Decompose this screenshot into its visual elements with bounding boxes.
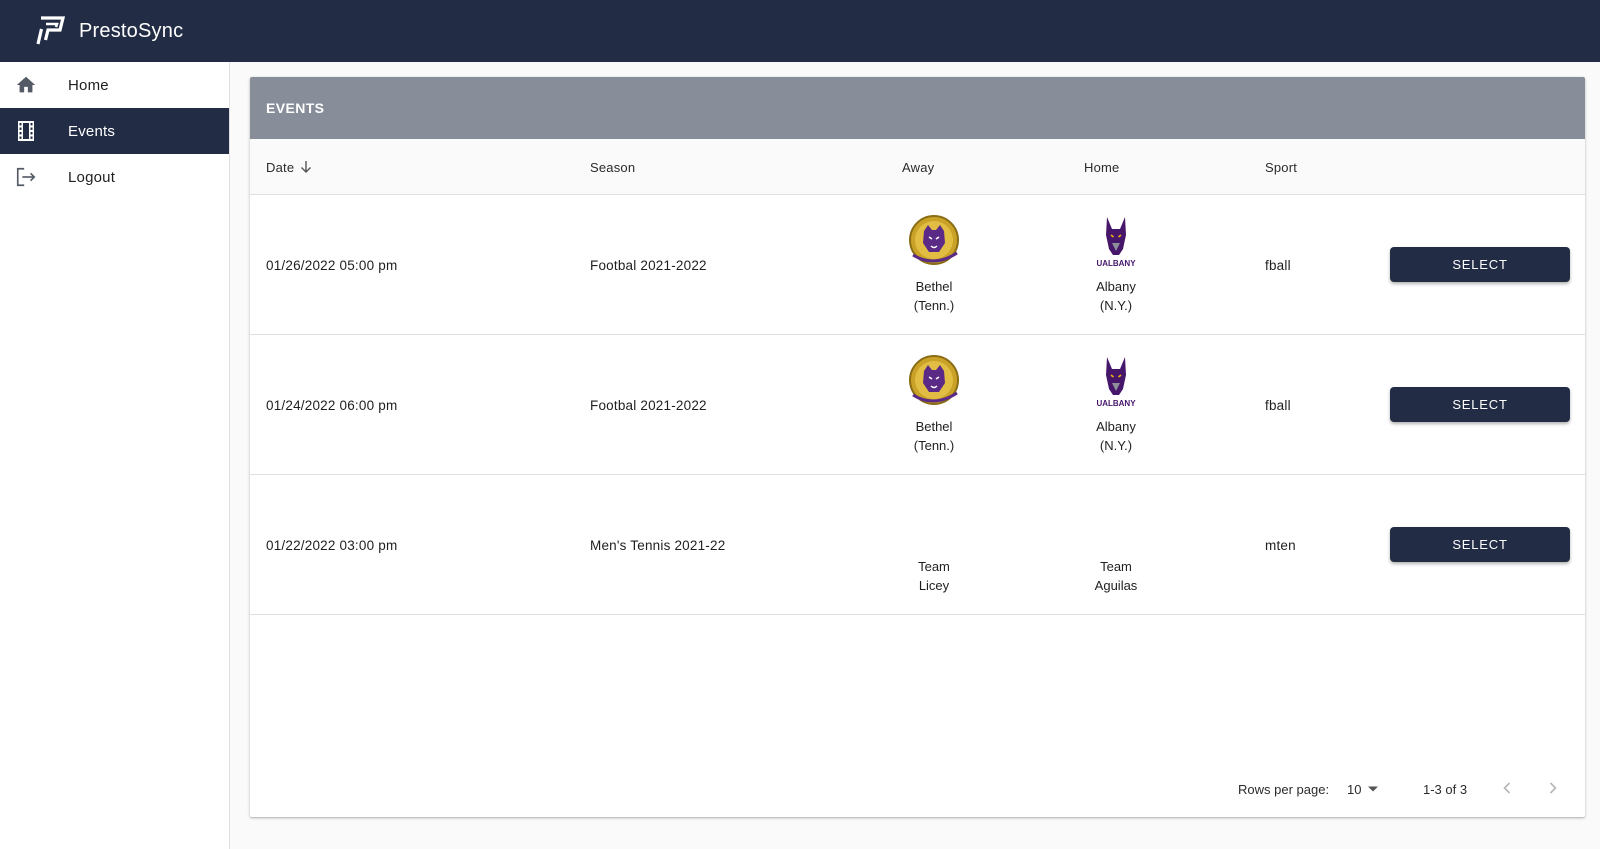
- home-team-name: Team Aguilas: [1094, 559, 1138, 593]
- home-team: Team Aguilas: [1061, 493, 1171, 595]
- column-header-label: Home: [1084, 159, 1120, 175]
- sidebar-item-logout[interactable]: Logout: [0, 154, 229, 200]
- column-header-label: Away: [902, 159, 935, 175]
- away-team: Bethel (Tenn.): [879, 353, 989, 455]
- ualbany-great-dane-logo-icon: UALBANY: [1089, 353, 1143, 409]
- events-card: EVENTS Date Season Away Home Sport 01/26…: [250, 77, 1585, 817]
- sidebar-item-home[interactable]: Home: [0, 62, 229, 108]
- home-team-name: Albany (N.Y.): [1096, 419, 1136, 453]
- team-logo-placeholder: [907, 493, 961, 549]
- bethel-wildcat-logo-icon: [907, 353, 961, 409]
- sidebar-item-label: Events: [68, 122, 116, 140]
- svg-text:UALBANY: UALBANY: [1096, 259, 1136, 268]
- prestosync-logo-icon[interactable]: [34, 16, 66, 46]
- bethel-wildcat-logo-icon: [907, 213, 961, 269]
- select-button[interactable]: SELECT: [1390, 387, 1570, 422]
- away-team: Bethel (Tenn.): [879, 213, 989, 315]
- rows-per-page-value: 10: [1347, 781, 1362, 797]
- rows-per-page-select[interactable]: 10: [1347, 761, 1379, 817]
- film-icon: [14, 119, 38, 143]
- sidebar-item-label: Home: [68, 76, 109, 94]
- column-header-away[interactable]: Away: [902, 139, 934, 195]
- next-page-button[interactable]: [1546, 761, 1560, 817]
- home-team: UALBANY Albany (N.Y.): [1061, 353, 1171, 455]
- ualbany-great-dane-logo-icon: UALBANY: [1089, 213, 1143, 269]
- home-team: UALBANY Albany (N.Y.): [1061, 213, 1171, 315]
- home-team-name: Albany (N.Y.): [1096, 279, 1136, 313]
- event-season: Footbal 2021-2022: [590, 397, 707, 413]
- event-season: Men's Tennis 2021-22: [590, 537, 726, 553]
- arrow-down-icon: [300, 160, 312, 174]
- event-sport: mten: [1265, 537, 1296, 553]
- column-header-sport[interactable]: Sport: [1265, 139, 1297, 195]
- sidebar-item-label: Logout: [68, 168, 116, 186]
- sidebar-item-events[interactable]: Events: [0, 108, 229, 154]
- rows-per-page-label: Rows per page:: [1238, 781, 1330, 797]
- home-icon: [14, 73, 38, 97]
- svg-text:UALBANY: UALBANY: [1096, 399, 1136, 408]
- column-header-season[interactable]: Season: [590, 139, 635, 195]
- sidebar: Home Events Logout: [0, 62, 230, 849]
- table-row: 01/26/2022 05:00 pm Footbal 2021-2022 Be…: [250, 195, 1585, 335]
- table-header: Date Season Away Home Sport: [250, 139, 1585, 195]
- column-header-home[interactable]: Home: [1084, 139, 1119, 195]
- logout-icon: [14, 165, 38, 189]
- select-button[interactable]: SELECT: [1390, 247, 1570, 282]
- event-sport: fball: [1265, 397, 1291, 413]
- away-team: Team Licey: [879, 493, 989, 595]
- chevron-right-icon: [1546, 781, 1560, 798]
- away-team-name: Team Licey: [918, 559, 950, 593]
- column-header-label: Sport: [1265, 159, 1298, 175]
- table-row: 01/24/2022 06:00 pm Footbal 2021-2022 Be…: [250, 335, 1585, 475]
- previous-page-button[interactable]: [1500, 761, 1514, 817]
- events-title: EVENTS: [266, 100, 325, 116]
- app-title: PrestoSync: [79, 19, 184, 42]
- away-team-name: Bethel (Tenn.): [913, 419, 955, 453]
- column-header-label: Date: [266, 159, 295, 175]
- event-date: 01/26/2022 05:00 pm: [266, 257, 398, 273]
- pagination-range: 1-3 of 3: [1423, 781, 1468, 797]
- event-sport: fball: [1265, 257, 1291, 273]
- event-date: 01/22/2022 03:00 pm: [266, 537, 398, 553]
- app-bar: PrestoSync: [0, 0, 1600, 62]
- event-date: 01/24/2022 06:00 pm: [266, 397, 398, 413]
- events-header: EVENTS: [250, 77, 1585, 139]
- event-season: Footbal 2021-2022: [590, 257, 707, 273]
- column-header-date[interactable]: Date: [266, 139, 312, 195]
- table-row: 01/22/2022 03:00 pm Men's Tennis 2021-22…: [250, 475, 1585, 615]
- chevron-left-icon: [1500, 781, 1514, 798]
- caret-down-icon: [1367, 785, 1379, 793]
- table-pagination: Rows per page: 10 1-3 of 3: [250, 761, 1585, 817]
- away-team-name: Bethel (Tenn.): [913, 279, 955, 313]
- select-button[interactable]: SELECT: [1390, 527, 1570, 562]
- team-logo-placeholder: [1089, 493, 1143, 549]
- column-header-label: Season: [590, 159, 636, 175]
